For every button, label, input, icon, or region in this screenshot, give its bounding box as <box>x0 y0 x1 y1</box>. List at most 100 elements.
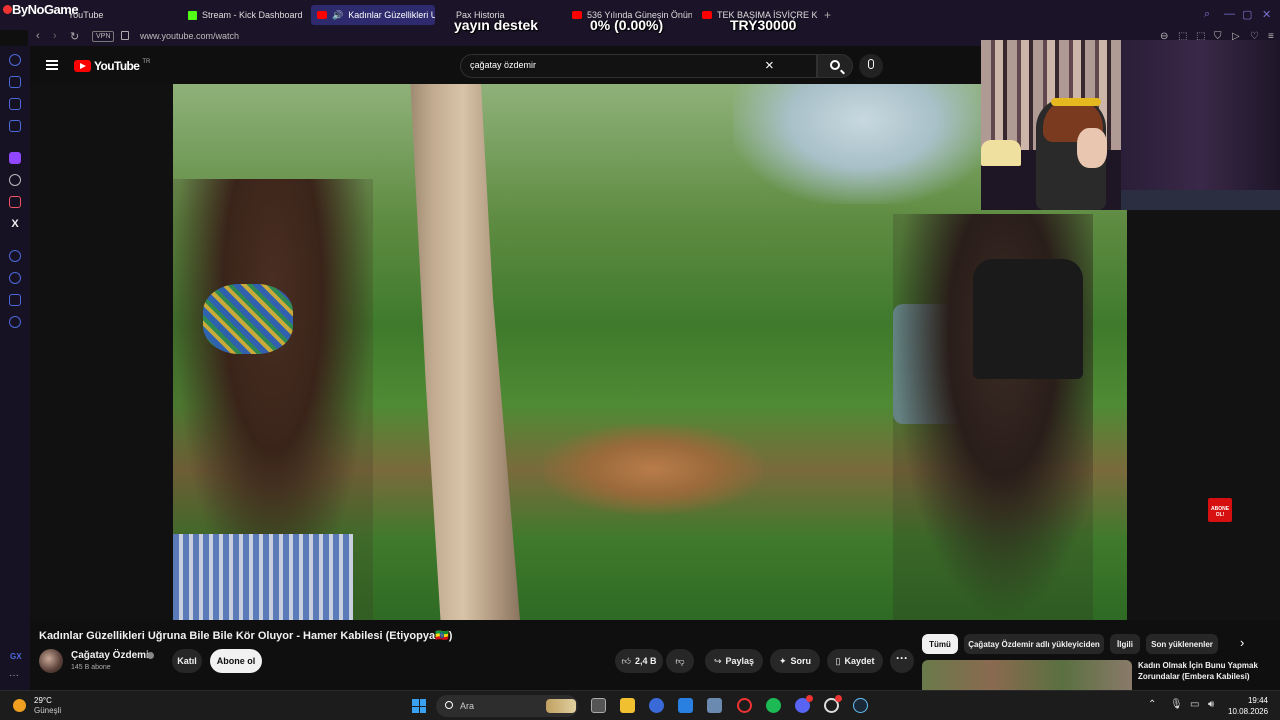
clear-search-icon[interactable]: × <box>765 57 774 74</box>
spotify-icon[interactable] <box>766 698 781 713</box>
stream-support-percent: 0% (0.00%) <box>590 17 664 33</box>
sidebar-bag-icon[interactable] <box>9 76 21 88</box>
ask-button[interactable]: ✦ Soru <box>770 649 820 673</box>
share-button[interactable]: ↪ Paylaş <box>705 649 763 673</box>
weather-temperature[interactable]: 29°C <box>34 696 52 705</box>
sidebar-game-icon[interactable] <box>9 98 21 110</box>
search-button[interactable] <box>817 54 853 78</box>
tab-kick-dashboard[interactable]: Stream - Kick Dashboard <box>182 5 308 25</box>
video-tree-trunk <box>410 84 520 620</box>
webcam-headset <box>1051 98 1101 106</box>
weather-description[interactable]: Güneşli <box>34 706 61 715</box>
channel-name[interactable]: Çağatay Özdemir <box>71 650 153 661</box>
sidebar-more-icon[interactable]: ··· <box>9 670 19 681</box>
clock-time: 19:44 <box>1247 696 1268 705</box>
taskbar-search[interactable]: Ara <box>436 695 578 717</box>
taskbar-clock[interactable]: 19:44 10.08.2026 <box>1228 695 1268 717</box>
join-button[interactable]: Katıl <box>172 649 202 673</box>
youtube-logo[interactable]: YouTube TR <box>74 59 150 73</box>
clock-date: 10.08.2026 <box>1228 707 1269 716</box>
search-highlight-icon <box>546 699 576 713</box>
tray-chevron-up-icon[interactable]: ⌃ <box>1148 699 1156 710</box>
steam-icon[interactable] <box>853 698 868 713</box>
sidebar-twitch-icon[interactable] <box>9 152 21 164</box>
like-button[interactable]: 👍︎ 2,4 B <box>615 649 663 673</box>
start-button[interactable] <box>412 699 426 713</box>
sidebar-gx-icon[interactable]: GX <box>10 652 22 661</box>
task-view-icon[interactable] <box>591 698 606 713</box>
microphone-tray-icon[interactable]: 🎙︎ <box>1170 699 1183 710</box>
video-info: Kadınlar Güzellikleri Uğruna Bile Bile K… <box>30 620 920 690</box>
minimize-icon[interactable]: — <box>1224 8 1235 20</box>
sidebar-settings-icon[interactable] <box>9 316 21 328</box>
app-icon-box[interactable] <box>678 698 693 713</box>
subscribe-badge[interactable]: ABONE OL! <box>1208 498 1232 522</box>
sidebar-messenger-icon[interactable] <box>9 120 21 132</box>
dislike-button[interactable]: 👎︎ <box>666 649 694 673</box>
sidebar-x-icon[interactable]: X <box>9 218 21 230</box>
discord-badge-icon <box>806 695 813 702</box>
chip-related[interactable]: İlgili <box>1110 634 1140 654</box>
back-icon[interactable]: ‹ <box>36 30 40 42</box>
browser-sidebar: X GX ··· <box>0 46 30 690</box>
youtube-favicon-icon <box>317 11 327 19</box>
sidebar-instagram-icon[interactable] <box>9 196 21 208</box>
chip-from-uploader[interactable]: Çağatay Özdemir adlı yükleyiciden <box>964 634 1104 654</box>
subscriber-count: 145 B abone <box>71 664 111 671</box>
voice-search-button[interactable] <box>859 54 883 78</box>
search-icon <box>445 701 453 709</box>
screen: ByNoGame YouTube Stream - Kick Dashboard… <box>0 0 1280 720</box>
windows-taskbar: 29°C Güneşli Ara ⌃ 🎙︎ ▭ 🔊︎ 19:44 10.08.2… <box>0 690 1280 720</box>
url-field[interactable]: www.youtube.com/watch <box>140 31 239 41</box>
sidebar-aria-icon[interactable] <box>9 54 21 66</box>
volume-icon[interactable]: 🔊︎ <box>1208 699 1214 710</box>
new-tab-button[interactable]: + <box>824 8 831 22</box>
video-shirt <box>973 259 1083 379</box>
more-actions-icon[interactable]: ··· <box>890 649 914 673</box>
chevron-right-icon[interactable]: › <box>1240 635 1244 650</box>
tab-label: YouTube <box>68 10 104 20</box>
opera-gx-icon[interactable] <box>737 698 752 713</box>
app-icon-grid[interactable] <box>707 698 722 713</box>
recommendation-title[interactable]: Kadın Olmak İçin Bunu Yapmak Zorundalar … <box>1138 660 1278 682</box>
hamburger-menu-icon[interactable] <box>46 60 58 70</box>
lock-icon[interactable] <box>121 31 129 40</box>
share-label: Paylaş <box>725 656 755 666</box>
related-filter-chips: Tümü Çağatay Özdemir adlı yükleyiciden İ… <box>920 620 1280 690</box>
forward-icon[interactable]: › <box>53 30 57 42</box>
tab-label: Stream - Kick Dashboard <box>202 10 303 20</box>
channel-avatar[interactable] <box>39 649 63 673</box>
subscribe-button[interactable]: Abone ol <box>210 649 262 673</box>
sidebar-cube-icon[interactable] <box>9 294 21 306</box>
search-tabs-icon[interactable]: ⌕ <box>1204 8 1210 21</box>
youtube-logo-text: YouTube <box>94 59 140 73</box>
weather-sun-icon[interactable] <box>13 699 26 712</box>
save-button[interactable]: ▯ Kaydet <box>827 649 883 673</box>
sidebar-history-icon[interactable] <box>9 272 21 284</box>
sidebar-discord-icon[interactable] <box>9 174 21 186</box>
recommendation-thumbnail[interactable] <box>922 660 1132 690</box>
file-explorer-icon[interactable] <box>620 698 635 713</box>
tab-current-video[interactable]: 🔊 Kadınlar Güzellikleri Uğ <box>311 5 435 25</box>
sidebar-player-icon[interactable] <box>9 250 21 262</box>
bookmark-icon: ▯ <box>835 655 841 666</box>
youtube-play-icon <box>74 60 91 72</box>
right-dark-panel <box>1128 210 1280 620</box>
reload-icon[interactable]: ↻ <box>70 30 79 43</box>
webcam-lamp <box>981 140 1021 166</box>
thumbs-up-icon: 👍︎ <box>621 655 631 666</box>
network-icon[interactable]: ▭ <box>1190 699 1199 710</box>
tab-youtube[interactable]: YouTube <box>62 5 174 25</box>
stream-support-goal: TRY30000 <box>730 17 797 33</box>
search-input[interactable] <box>470 60 750 70</box>
close-window-icon[interactable]: ✕ <box>1262 8 1271 21</box>
chip-recent[interactable]: Son yüklenenler <box>1146 634 1218 654</box>
maximize-icon[interactable]: ▢ <box>1242 8 1252 21</box>
app-icon-blue[interactable] <box>649 698 664 713</box>
streamer-webcam <box>981 40 1280 210</box>
tab-label: Kadınlar Güzellikleri Uğ <box>348 10 435 20</box>
chip-all[interactable]: Tümü <box>922 634 958 654</box>
vpn-badge[interactable]: VPN <box>92 31 115 42</box>
youtube-favicon-icon <box>572 11 582 19</box>
video-sky <box>733 84 993 204</box>
